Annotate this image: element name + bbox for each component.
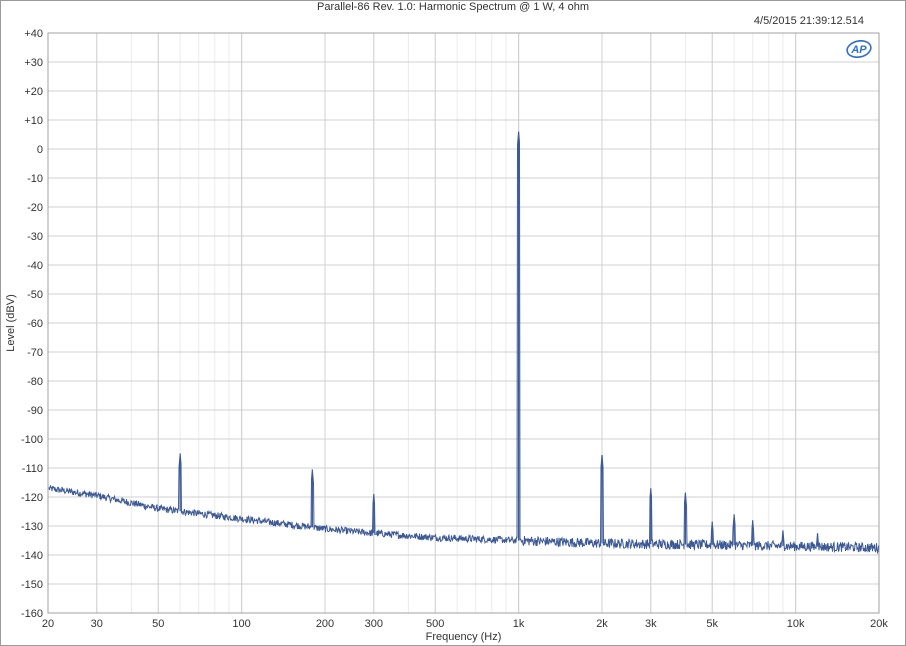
y-tick-label: -40: [27, 260, 43, 272]
y-tick-label: +10: [24, 115, 43, 127]
y-tick-label: -130: [21, 521, 43, 533]
y-tick-label: -160: [21, 608, 43, 620]
x-tick-label: 30: [91, 618, 103, 630]
y-tick-label: -110: [22, 463, 43, 475]
y-tick-label: -140: [21, 550, 43, 562]
y-tick-label: -30: [27, 231, 43, 243]
grid: [47, 32, 880, 614]
x-tick-label: 500: [426, 618, 444, 630]
y-tick-label: +30: [24, 57, 43, 69]
x-tick-label: 20k: [870, 618, 888, 630]
x-tick-label: 5k: [706, 618, 718, 630]
chart: +40 +30 +20 +10 0 -10 -20 -30 -40 -50 -60 -70 -80 -90…: [5, 28, 888, 643]
y-tick-label: -150: [21, 579, 43, 591]
y-tick-label: -120: [21, 492, 43, 504]
x-tick-label: 50: [152, 618, 164, 630]
y-axis-ticks: +40 +30 +20 +10 0 -10 -20 -30 -40 -50 -60 -70 -80 -90…: [21, 28, 43, 620]
y-tick-label: -70: [27, 347, 43, 359]
y-tick-label: -80: [27, 376, 43, 388]
y-tick-label: -90: [27, 405, 43, 417]
x-tick-label: 20: [42, 618, 54, 630]
x-tick-label: 100: [232, 618, 250, 630]
y-tick-label: +20: [24, 86, 43, 98]
x-tick-label: 10k: [787, 618, 805, 630]
y-tick-label: +40: [24, 28, 43, 40]
y-axis-label: Level (dBV): [5, 294, 17, 351]
x-axis-label: Frequency (Hz): [426, 631, 502, 643]
series-group: [48, 131, 880, 555]
y-tick-label: 0: [37, 144, 43, 156]
x-tick-label: 300: [365, 618, 383, 630]
y-tick-label: -50: [27, 289, 43, 301]
series-line-spectrum: [48, 132, 880, 555]
y-tick-label: -100: [21, 434, 43, 446]
x-tick-label: 1k: [513, 618, 525, 630]
y-tick-label: -10: [27, 173, 43, 185]
y-tick-label: -20: [27, 202, 43, 214]
x-tick-label: 2k: [596, 618, 608, 630]
x-tick-label: 3k: [645, 618, 657, 630]
y-tick-label: -60: [27, 318, 43, 330]
x-axis-ticks: 20 30 50 100 200 300 500 1k 2k 3k 5k 10k 20k: [42, 618, 888, 630]
x-tick-label: 200: [316, 618, 334, 630]
